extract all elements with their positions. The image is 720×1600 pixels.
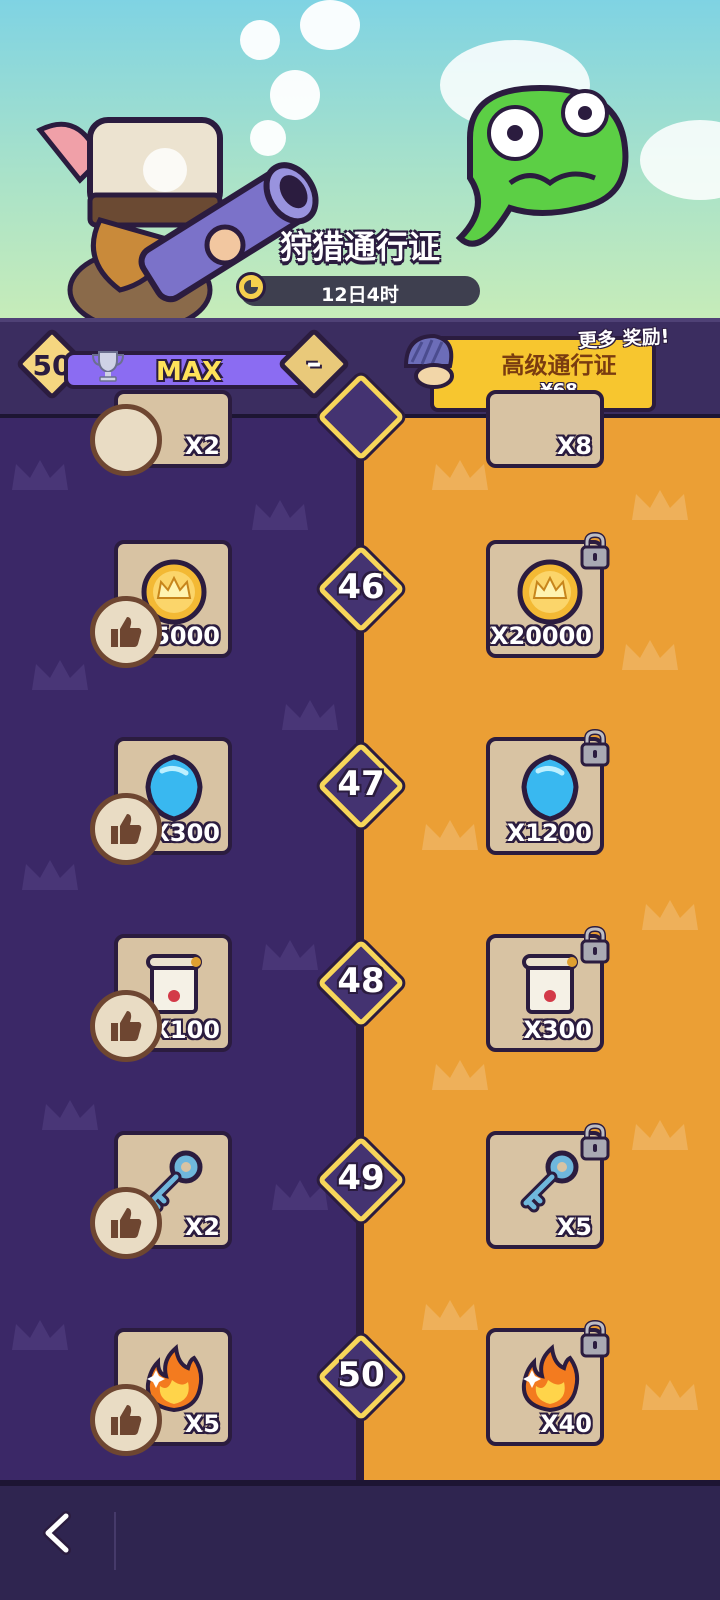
- thumbs-up-icon: [111, 814, 142, 844]
- scroll-icon: [522, 954, 578, 1014]
- lock-icon: [580, 532, 610, 570]
- more-rewards-label: 更多 奖励!: [577, 325, 670, 353]
- claimed-badge: [90, 1384, 162, 1456]
- crown-pattern-icon: [642, 900, 698, 930]
- lock-icon: [580, 1123, 610, 1161]
- crown-pattern-icon: [642, 1380, 698, 1410]
- lock-icon: [580, 926, 610, 964]
- pass-title: 狩猎通行证: [279, 228, 440, 266]
- reward-quantity: X2: [184, 432, 220, 460]
- crown-pattern-icon: [32, 660, 88, 690]
- crown-pattern-icon: [42, 1100, 98, 1130]
- bottom-nav-bar: [0, 1480, 720, 1600]
- crown-pattern-icon: [422, 1300, 478, 1330]
- level-number: 48: [337, 961, 385, 1001]
- blue-gem-icon: [521, 754, 579, 822]
- premium-reward-card[interactable]: X8: [486, 390, 604, 468]
- back-arrow-icon[interactable]: [36, 1510, 82, 1556]
- coin-crown-icon: [517, 559, 583, 625]
- reward-quantity: X2: [184, 1213, 220, 1241]
- level-number: 49: [337, 1158, 385, 1198]
- claimed-badge: [90, 793, 162, 865]
- lock-icon: [580, 1320, 610, 1358]
- buy-level-label: –: [306, 346, 322, 381]
- crown-pattern-icon: [262, 940, 318, 970]
- crown-pattern-icon: [622, 640, 678, 670]
- thumbs-up-icon: [111, 1011, 142, 1041]
- flame-icon: [521, 1344, 580, 1413]
- claimed-badge: [90, 596, 162, 668]
- lock-icon: [580, 729, 610, 767]
- reward-quantity: X5: [556, 1213, 592, 1241]
- claimed-thumbs-up-icon: [90, 404, 162, 476]
- key-icon: [520, 1150, 579, 1213]
- level-number: 50: [337, 1355, 385, 1395]
- reward-quantity: 5000: [153, 622, 220, 650]
- cloud: [640, 120, 720, 200]
- crown-pattern-icon: [422, 820, 478, 850]
- timer-label: 12日4时: [321, 284, 399, 306]
- level-number: 47: [337, 764, 385, 804]
- thumbs-up-icon: [111, 1405, 142, 1435]
- shell-character-icon: [403, 333, 454, 389]
- crown-pattern-icon: [632, 1120, 688, 1150]
- crown-pattern-icon: [12, 1320, 68, 1350]
- smoke-puff: [300, 0, 360, 50]
- clock-icon: [236, 272, 266, 302]
- claimed-badge: [90, 990, 162, 1062]
- reward-quantity: X40: [540, 1410, 592, 1438]
- crown-pattern-icon: [12, 460, 68, 490]
- trophy-icon: [91, 351, 125, 382]
- crown-pattern-icon: [432, 1060, 488, 1090]
- reward-quantity: X300: [523, 1016, 592, 1044]
- reward-quantity: X20000: [490, 622, 592, 650]
- thumbs-up-icon: [111, 1208, 142, 1238]
- reward-quantity: X8: [556, 432, 592, 460]
- crown-pattern-icon: [282, 700, 338, 730]
- thumbs-up-icon: [111, 617, 142, 647]
- season-timer: 12日4时: [240, 276, 480, 306]
- crown-pattern-icon: [252, 500, 308, 530]
- claimed-badge: [90, 1187, 162, 1259]
- level-number: 46: [337, 567, 385, 607]
- reward-quantity: X5: [184, 1410, 220, 1438]
- crown-pattern-icon: [632, 490, 688, 520]
- smoke-puff: [240, 20, 280, 60]
- hero-banner: 狩猎通行证 12日4时: [0, 0, 720, 318]
- reward-quantity: X1200: [506, 819, 592, 847]
- footer-divider: [114, 1512, 116, 1570]
- crown-pattern-icon: [432, 460, 488, 490]
- crown-pattern-icon: [22, 860, 78, 890]
